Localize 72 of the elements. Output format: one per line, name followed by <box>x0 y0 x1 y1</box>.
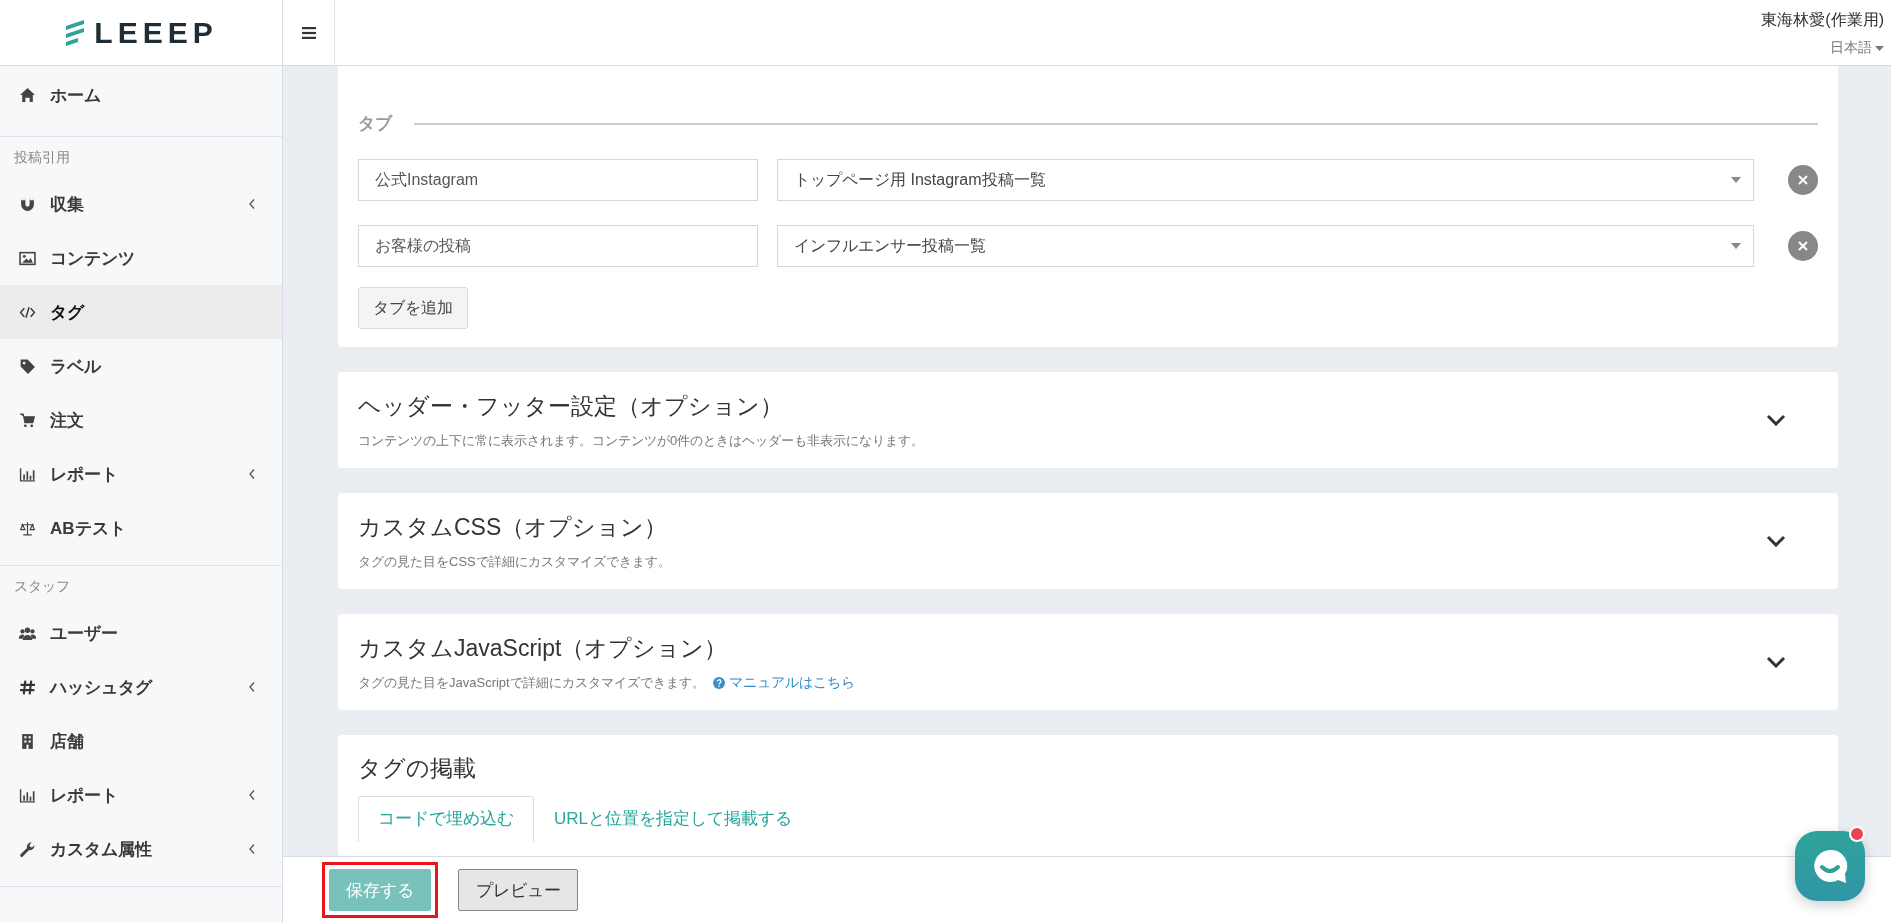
sidebar-item[interactable]: タグ <box>0 285 282 339</box>
brand-name: LEEEP <box>94 15 218 50</box>
panel-title: カスタムJavaScript（オプション） <box>358 633 729 663</box>
panel-description: コンテンツの上下に常に表示されます。コンテンツが0件のときはヘッダーも非表示になります。 <box>358 431 925 450</box>
logo-mark-icon <box>64 18 87 47</box>
language-selector[interactable]: 日本語 <box>1830 39 1884 57</box>
sidebar-item-label: 店舗 <box>50 730 85 753</box>
sidebar-item[interactable]: コンテンツ <box>0 231 282 285</box>
dropdown-caret-icon <box>1731 177 1741 183</box>
sidebar-item[interactable]: ABテスト <box>0 501 282 555</box>
sidebar-item[interactable]: レポート <box>0 768 282 822</box>
sidebar-item[interactable]: ユーザー <box>0 606 282 660</box>
sidebar-item-label: ホーム <box>50 84 102 107</box>
section-title: タブ <box>358 113 392 135</box>
close-icon <box>1797 174 1809 186</box>
section-heading: 投稿引用 <box>13 149 71 167</box>
sidebar-item-label: 収集 <box>50 193 85 216</box>
chevron-down-icon[interactable] <box>1766 414 1786 426</box>
sidebar-item-label: ハッシュタグ <box>50 676 154 699</box>
remove-button[interactable] <box>1788 231 1818 261</box>
sidebar-item-label: タグ <box>50 301 86 324</box>
sidebar-item[interactable]: 注文 <box>0 393 282 447</box>
list-dropdown[interactable]: インフルエンサー投稿一覧 <box>777 225 1754 267</box>
scale-icon <box>19 519 36 537</box>
sidebar-item-label: ラベル <box>50 355 103 378</box>
home-icon <box>19 86 36 104</box>
sidebar-item-label: コンテンツ <box>50 247 136 270</box>
sidebar-item[interactable]: 収集 <box>0 177 282 231</box>
list-dropdown[interactable]: トップページ用 Instagram投稿一覧 <box>777 159 1754 201</box>
tag-icon <box>19 357 36 375</box>
tab-name-field[interactable]: お客様の投稿 <box>358 225 758 267</box>
sidebar-item[interactable]: ホーム <box>0 68 282 122</box>
sidebar-item-label: レポート <box>50 463 119 486</box>
caret-down-icon <box>1875 45 1884 51</box>
panel-description: タグの見た目をCSSで詳細にカスタマイズできます。 <box>358 552 671 571</box>
manual-link[interactable]: マニュアルはこちら <box>712 673 855 692</box>
building-icon <box>19 732 36 750</box>
chevron-down-icon[interactable] <box>1766 535 1786 547</box>
tab-name-field[interactable]: 公式Instagram <box>358 159 758 201</box>
image-icon <box>19 249 36 267</box>
sidebar-item[interactable]: 店舗 <box>0 714 282 768</box>
bar-chart-icon <box>19 465 36 483</box>
dropdown-caret-icon <box>1731 243 1741 249</box>
sidebar-item[interactable]: レポート <box>0 447 282 501</box>
section-heading: スタッフ <box>13 578 71 596</box>
hash-icon <box>19 678 36 696</box>
cart-icon <box>19 411 36 429</box>
chevron-down-icon[interactable] <box>1766 656 1786 668</box>
panel-title: タグの掲載 <box>358 754 477 783</box>
panel-title: カスタムCSS（オプション） <box>358 512 669 542</box>
add-tab-button[interactable]: タブを追加 <box>358 287 468 329</box>
magnet-icon <box>19 195 36 213</box>
panel-description: タグの見た目をJavaScriptで詳細にカスタマイズできます。 <box>358 673 705 692</box>
sidebar-item-label: 注文 <box>50 409 85 432</box>
bar-chart-icon <box>19 786 36 804</box>
preview-button[interactable]: プレビュー <box>458 869 578 911</box>
chat-button[interactable] <box>1795 831 1865 901</box>
sidebar-item[interactable]: ハッシュタグ <box>0 660 282 714</box>
wrench-icon <box>19 840 36 858</box>
sidebar-item[interactable]: カスタム属性 <box>0 822 282 876</box>
sidebar-item-label: レポート <box>50 784 119 807</box>
remove-button[interactable] <box>1788 165 1818 195</box>
sidebar-item-label: ABテスト <box>50 517 127 540</box>
logo[interactable]: LEEEP <box>0 0 282 66</box>
sidebar-item-label: ユーザー <box>50 622 119 645</box>
sidebar-item[interactable]: ラベル <box>0 339 282 393</box>
user-name[interactable]: 東海林愛(作業用) <box>1761 10 1884 31</box>
panel-title: ヘッダー・フッター設定（オプション） <box>358 391 784 421</box>
close-icon <box>1797 240 1809 252</box>
sidebar-item-label: カスタム属性 <box>50 838 153 861</box>
help-icon <box>712 676 725 689</box>
menu-icon <box>301 26 316 39</box>
